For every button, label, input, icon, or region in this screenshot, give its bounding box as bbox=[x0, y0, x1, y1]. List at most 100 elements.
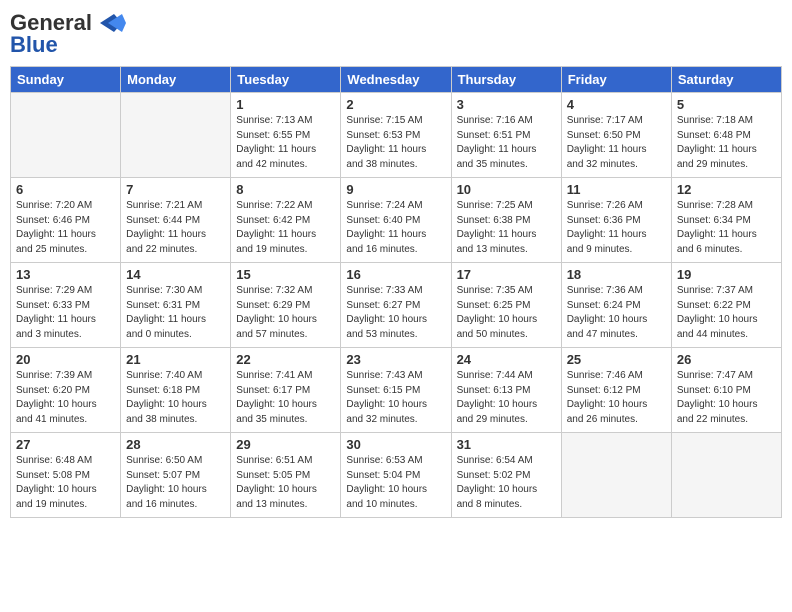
day-number: 18 bbox=[567, 267, 666, 282]
day-number: 17 bbox=[457, 267, 556, 282]
day-info: Sunrise: 7:16 AM Sunset: 6:51 PM Dayligh… bbox=[457, 114, 556, 172]
day-info: Sunrise: 6:50 AM Sunset: 5:07 PM Dayligh… bbox=[126, 454, 225, 512]
calendar-cell: 19 Sunrise: 7:37 AM Sunset: 6:22 PM Dayli… bbox=[671, 263, 781, 348]
day-number: 14 bbox=[126, 267, 225, 282]
day-number: 31 bbox=[457, 437, 556, 452]
logo-bird-icon bbox=[94, 12, 126, 34]
day-info: Sunrise: 7:35 AM Sunset: 6:25 PM Dayligh… bbox=[457, 284, 556, 342]
day-info: Sunrise: 7:37 AM Sunset: 6:22 PM Dayligh… bbox=[677, 284, 776, 342]
calendar-cell: 18 Sunrise: 7:36 AM Sunset: 6:24 PM Dayli… bbox=[561, 263, 671, 348]
day-number: 4 bbox=[567, 97, 666, 112]
day-info: Sunrise: 7:36 AM Sunset: 6:24 PM Dayligh… bbox=[567, 284, 666, 342]
day-header-monday: Monday bbox=[121, 67, 231, 93]
day-info: Sunrise: 6:53 AM Sunset: 5:04 PM Dayligh… bbox=[346, 454, 445, 512]
day-number: 24 bbox=[457, 352, 556, 367]
day-number: 6 bbox=[16, 182, 115, 197]
day-info: Sunrise: 7:40 AM Sunset: 6:18 PM Dayligh… bbox=[126, 369, 225, 427]
calendar-cell bbox=[671, 433, 781, 518]
day-number: 29 bbox=[236, 437, 335, 452]
calendar-cell: 11Sunrise: 7:26 AM Sunset: 6:36 PM Dayli… bbox=[561, 178, 671, 263]
calendar-cell: 6 Sunrise: 7:20 AM Sunset: 6:46 PM Daylig… bbox=[11, 178, 121, 263]
day-number: 21 bbox=[126, 352, 225, 367]
day-number: 13 bbox=[16, 267, 115, 282]
calendar-cell: 2 Sunrise: 7:15 AM Sunset: 6:53 PM Daylig… bbox=[341, 93, 451, 178]
day-info: Sunrise: 7:20 AM Sunset: 6:46 PM Dayligh… bbox=[16, 199, 115, 257]
week-row-4: 20Sunrise: 7:39 AM Sunset: 6:20 PM Dayli… bbox=[11, 348, 782, 433]
calendar-cell: 22 Sunrise: 7:41 AM Sunset: 6:17 PM Dayli… bbox=[231, 348, 341, 433]
day-number: 10 bbox=[457, 182, 556, 197]
day-number: 9 bbox=[346, 182, 445, 197]
day-number: 16 bbox=[346, 267, 445, 282]
day-number: 23 bbox=[346, 352, 445, 367]
day-number: 28 bbox=[126, 437, 225, 452]
day-number: 2 bbox=[346, 97, 445, 112]
day-info: Sunrise: 7:33 AM Sunset: 6:27 PM Dayligh… bbox=[346, 284, 445, 342]
day-info: Sunrise: 7:24 AM Sunset: 6:40 PM Dayligh… bbox=[346, 199, 445, 257]
calendar-cell: 23 Sunrise: 7:43 AM Sunset: 6:15 PM Dayli… bbox=[341, 348, 451, 433]
calendar-cell: 8 Sunrise: 7:22 AM Sunset: 6:42 PM Daylig… bbox=[231, 178, 341, 263]
calendar-cell: 9 Sunrise: 7:24 AM Sunset: 6:40 PM Daylig… bbox=[341, 178, 451, 263]
day-header-sunday: Sunday bbox=[11, 67, 121, 93]
day-info: Sunrise: 6:54 AM Sunset: 5:02 PM Dayligh… bbox=[457, 454, 556, 512]
week-row-5: 27Sunrise: 6:48 AM Sunset: 5:08 PM Dayli… bbox=[11, 433, 782, 518]
day-header-saturday: Saturday bbox=[671, 67, 781, 93]
calendar-cell: 5 Sunrise: 7:18 AM Sunset: 6:48 PM Daylig… bbox=[671, 93, 781, 178]
calendar-cell: 13 Sunrise: 7:29 AM Sunset: 6:33 PM Dayli… bbox=[11, 263, 121, 348]
week-row-3: 13 Sunrise: 7:29 AM Sunset: 6:33 PM Dayli… bbox=[11, 263, 782, 348]
day-info: Sunrise: 7:41 AM Sunset: 6:17 PM Dayligh… bbox=[236, 369, 335, 427]
day-number: 5 bbox=[677, 97, 776, 112]
calendar-cell: 27Sunrise: 6:48 AM Sunset: 5:08 PM Dayli… bbox=[11, 433, 121, 518]
day-header-thursday: Thursday bbox=[451, 67, 561, 93]
calendar-cell: 16 Sunrise: 7:33 AM Sunset: 6:27 PM Dayli… bbox=[341, 263, 451, 348]
day-header-wednesday: Wednesday bbox=[341, 67, 451, 93]
day-number: 25 bbox=[567, 352, 666, 367]
day-info: Sunrise: 7:46 AM Sunset: 6:12 PM Dayligh… bbox=[567, 369, 666, 427]
day-number: 20 bbox=[16, 352, 115, 367]
day-number: 12 bbox=[677, 182, 776, 197]
logo: General Blue bbox=[10, 10, 126, 58]
calendar-cell: 4 Sunrise: 7:17 AM Sunset: 6:50 PM Daylig… bbox=[561, 93, 671, 178]
day-info: Sunrise: 7:15 AM Sunset: 6:53 PM Dayligh… bbox=[346, 114, 445, 172]
day-info: Sunrise: 7:18 AM Sunset: 6:48 PM Dayligh… bbox=[677, 114, 776, 172]
day-info: Sunrise: 7:47 AM Sunset: 6:10 PM Dayligh… bbox=[677, 369, 776, 427]
day-info: Sunrise: 7:32 AM Sunset: 6:29 PM Dayligh… bbox=[236, 284, 335, 342]
calendar-cell: 20Sunrise: 7:39 AM Sunset: 6:20 PM Dayli… bbox=[11, 348, 121, 433]
day-info: Sunrise: 7:13 AM Sunset: 6:55 PM Dayligh… bbox=[236, 114, 335, 172]
calendar-cell: 3 Sunrise: 7:16 AM Sunset: 6:51 PM Daylig… bbox=[451, 93, 561, 178]
day-number: 8 bbox=[236, 182, 335, 197]
day-number: 7 bbox=[126, 182, 225, 197]
day-info: Sunrise: 7:29 AM Sunset: 6:33 PM Dayligh… bbox=[16, 284, 115, 342]
day-info: Sunrise: 7:25 AM Sunset: 6:38 PM Dayligh… bbox=[457, 199, 556, 257]
calendar-cell: 28 Sunrise: 6:50 AM Sunset: 5:07 PM Dayli… bbox=[121, 433, 231, 518]
calendar-cell: 21 Sunrise: 7:40 AM Sunset: 6:18 PM Dayli… bbox=[121, 348, 231, 433]
logo-blue-text: Blue bbox=[10, 32, 58, 58]
calendar-cell: 26 Sunrise: 7:47 AM Sunset: 6:10 PM Dayli… bbox=[671, 348, 781, 433]
week-row-2: 6 Sunrise: 7:20 AM Sunset: 6:46 PM Daylig… bbox=[11, 178, 782, 263]
calendar-cell: 25 Sunrise: 7:46 AM Sunset: 6:12 PM Dayli… bbox=[561, 348, 671, 433]
day-info: Sunrise: 6:48 AM Sunset: 5:08 PM Dayligh… bbox=[16, 454, 115, 512]
day-info: Sunrise: 7:22 AM Sunset: 6:42 PM Dayligh… bbox=[236, 199, 335, 257]
page-header: General Blue bbox=[10, 10, 782, 58]
day-info: Sunrise: 6:51 AM Sunset: 5:05 PM Dayligh… bbox=[236, 454, 335, 512]
calendar-cell bbox=[11, 93, 121, 178]
calendar-cell: 15Sunrise: 7:32 AM Sunset: 6:29 PM Dayli… bbox=[231, 263, 341, 348]
calendar-cell: 24Sunrise: 7:44 AM Sunset: 6:13 PM Dayli… bbox=[451, 348, 561, 433]
day-number: 26 bbox=[677, 352, 776, 367]
day-info: Sunrise: 7:43 AM Sunset: 6:15 PM Dayligh… bbox=[346, 369, 445, 427]
day-header-tuesday: Tuesday bbox=[231, 67, 341, 93]
calendar-cell bbox=[121, 93, 231, 178]
day-header-friday: Friday bbox=[561, 67, 671, 93]
day-info: Sunrise: 7:17 AM Sunset: 6:50 PM Dayligh… bbox=[567, 114, 666, 172]
day-info: Sunrise: 7:26 AM Sunset: 6:36 PM Dayligh… bbox=[567, 199, 666, 257]
calendar-cell: 31 Sunrise: 6:54 AM Sunset: 5:02 PM Dayli… bbox=[451, 433, 561, 518]
calendar-cell: 12 Sunrise: 7:28 AM Sunset: 6:34 PM Dayli… bbox=[671, 178, 781, 263]
day-info: Sunrise: 7:28 AM Sunset: 6:34 PM Dayligh… bbox=[677, 199, 776, 257]
calendar-cell: 7Sunrise: 7:21 AM Sunset: 6:44 PM Daylig… bbox=[121, 178, 231, 263]
day-number: 30 bbox=[346, 437, 445, 452]
day-number: 19 bbox=[677, 267, 776, 282]
day-number: 3 bbox=[457, 97, 556, 112]
calendar-cell bbox=[561, 433, 671, 518]
calendar-cell: 14Sunrise: 7:30 AM Sunset: 6:31 PM Dayli… bbox=[121, 263, 231, 348]
day-number: 22 bbox=[236, 352, 335, 367]
calendar-cell: 30 Sunrise: 6:53 AM Sunset: 5:04 PM Dayli… bbox=[341, 433, 451, 518]
